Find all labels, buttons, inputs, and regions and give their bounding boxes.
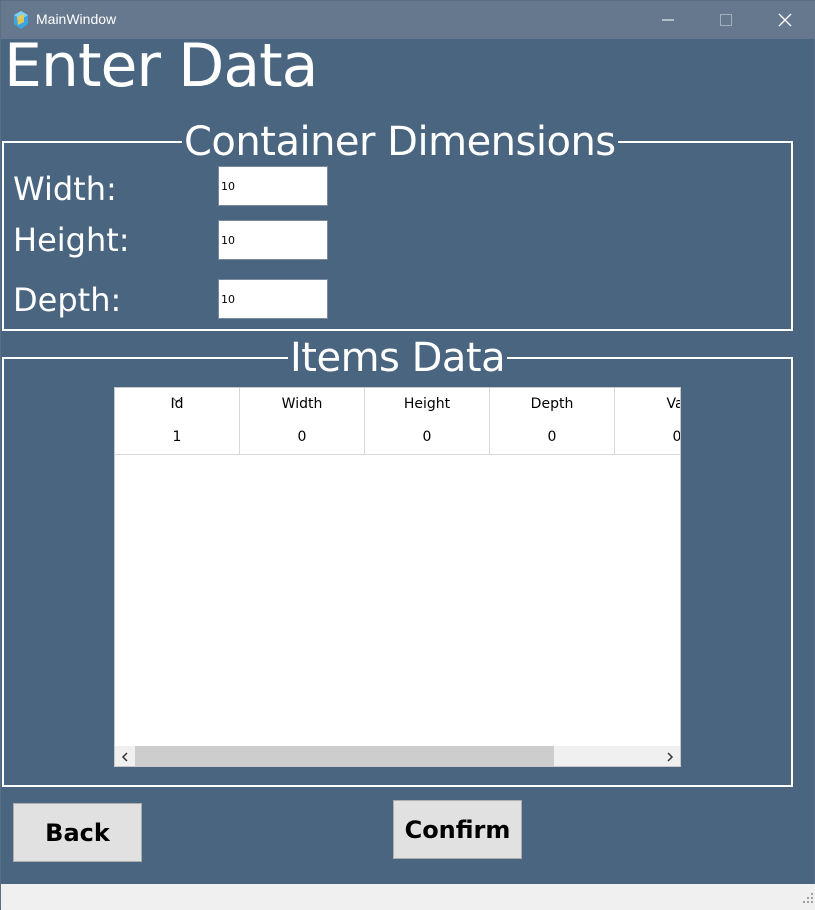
column-header: Id [170, 396, 184, 412]
column-header: Depth [530, 396, 574, 412]
table-row: Id 1 Width 0 Height 0 Depth 0 Val 0 [115, 388, 680, 455]
maximize-button[interactable] [697, 1, 755, 39]
depth-label: Depth: [13, 281, 122, 319]
table-cell[interactable]: 1 [115, 429, 239, 445]
minimize-icon [662, 14, 674, 26]
close-button[interactable] [756, 1, 814, 39]
items-data-group: Items Data Id 1 Width 0 Height 0 Depth 0… [2, 335, 793, 787]
depth-input[interactable] [218, 279, 328, 319]
horizontal-scrollbar[interactable] [115, 746, 680, 766]
close-icon [778, 13, 792, 27]
scroll-left-button[interactable] [115, 746, 135, 766]
table-cell[interactable]: 0 [490, 429, 614, 445]
confirm-button[interactable]: Confirm [393, 800, 522, 859]
scrollbar-thumb[interactable] [135, 746, 554, 766]
column-height[interactable]: Height 0 [365, 388, 490, 454]
minimize-button[interactable] [639, 1, 697, 39]
window-title: MainWindow [36, 11, 117, 27]
width-label: Width: [13, 170, 117, 208]
table-cell[interactable]: 0 [615, 429, 680, 445]
column-value[interactable]: Val 0 [615, 388, 680, 454]
column-header: Width [281, 396, 323, 412]
height-input[interactable] [218, 220, 328, 260]
status-bar [1, 884, 815, 910]
scroll-right-button[interactable] [660, 746, 680, 766]
container-dimensions-group: Container Dimensions Width: Height: Dept… [2, 119, 793, 331]
width-input[interactable] [218, 166, 328, 206]
app-icon [12, 10, 30, 30]
column-id[interactable]: Id 1 [115, 388, 240, 454]
main-window: MainWindow Enter Data Container Dimensio… [0, 0, 815, 910]
chevron-right-icon [666, 747, 674, 766]
maximize-icon [720, 14, 732, 26]
resize-grip-icon[interactable] [803, 888, 813, 907]
table-cell[interactable]: 0 [365, 429, 489, 445]
back-button[interactable]: Back [13, 803, 142, 862]
page-title: Enter Data [4, 31, 318, 101]
items-data-legend: Items Data [288, 335, 508, 381]
height-label: Height: [13, 221, 130, 259]
container-dimensions-legend: Container Dimensions [182, 119, 618, 165]
column-header: Val [666, 396, 680, 412]
column-width[interactable]: Width 0 [240, 388, 365, 454]
table-cell[interactable]: 0 [240, 429, 364, 445]
column-header: Height [403, 396, 451, 412]
chevron-left-icon [121, 747, 129, 766]
items-data-grid[interactable]: Id 1 Width 0 Height 0 Depth 0 Val 0 [114, 387, 681, 767]
column-depth[interactable]: Depth 0 [490, 388, 615, 454]
